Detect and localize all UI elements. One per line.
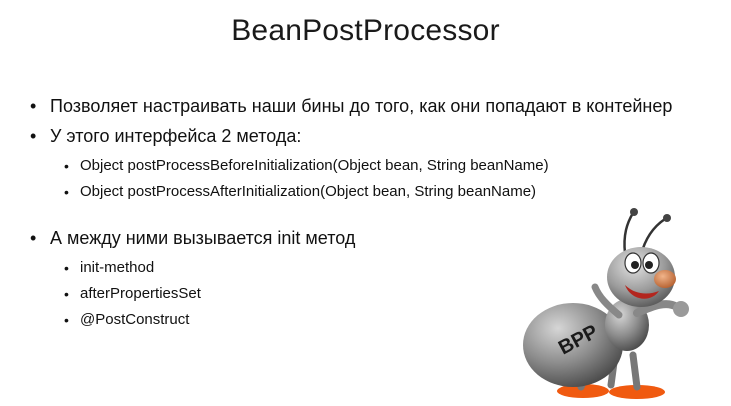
slide: BeanPostProcessor Позволяет настраивать … — [0, 0, 731, 406]
ant-mascot-icon: BPP — [515, 205, 720, 400]
sub-bullet-item: Object postProcessAfterInitialization(Ob… — [62, 180, 710, 204]
bullet-item: Позволяет настраивать наши бины до того,… — [30, 94, 710, 118]
sub-bullet-item: Object postProcessBeforeInitialization(O… — [62, 154, 710, 178]
slide-title: BeanPostProcessor — [231, 14, 500, 47]
bullet-item: У этого интерфейса 2 метода: — [30, 124, 710, 148]
